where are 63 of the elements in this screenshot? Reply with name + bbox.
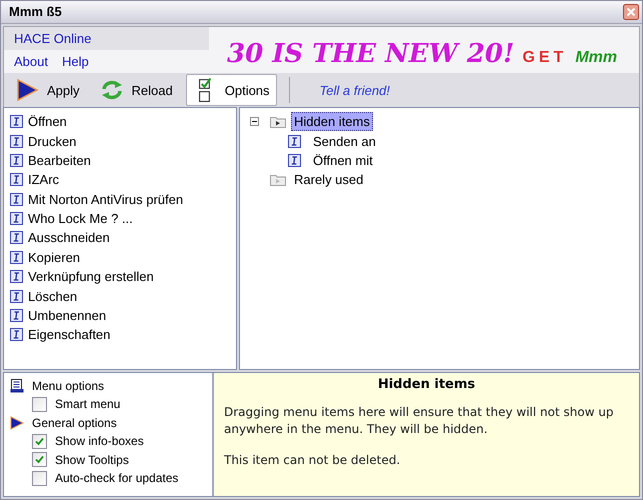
info-text: This item can not be deleted.	[224, 452, 402, 469]
menu-item[interactable]: Mit Norton AntiVirus prüfen	[10, 190, 230, 209]
menu-item[interactable]: Ausschneiden	[10, 228, 230, 248]
item-icon	[10, 192, 23, 206]
checkbox[interactable]	[32, 396, 47, 412]
tree-item[interactable]: Öffnen mit	[310, 150, 376, 170]
folder-icon	[270, 115, 286, 128]
item-icon	[10, 328, 23, 342]
item-icon	[10, 212, 23, 226]
item-icon	[10, 250, 23, 264]
menu-link[interactable]: Help	[62, 54, 89, 69]
section-label: Menu options	[32, 378, 104, 392]
item-icon	[10, 115, 23, 128]
menu-item[interactable]: Öffnen	[10, 112, 230, 132]
section-label: General options	[32, 416, 117, 430]
checkbox-label: Auto-check for updates	[55, 471, 178, 485]
checkbox-label: Smart menu	[55, 397, 120, 411]
item-icon	[10, 134, 23, 148]
toolbar-button[interactable]: Apply	[8, 74, 87, 106]
banner-brand-text: Mmm	[575, 49, 618, 68]
collapse-icon[interactable]	[250, 117, 259, 126]
tell-a-friend-link[interactable]: Tell a friend!	[320, 82, 390, 98]
play-icon	[15, 78, 39, 102]
play-icon	[10, 416, 24, 430]
menu-item[interactable]: Löschen	[10, 286, 230, 306]
item-icon	[10, 173, 23, 186]
item-icon	[288, 134, 301, 148]
menu-item[interactable]: Kopieren	[10, 248, 230, 268]
checkbox[interactable]	[32, 434, 47, 448]
menu-item[interactable]: Drucken	[10, 131, 230, 151]
item-icon	[10, 290, 23, 303]
checkbox-label: Show info-boxes	[55, 434, 144, 448]
window-title: Mmm ß5	[9, 4, 62, 20]
folder-icon	[270, 173, 286, 186]
item-icon	[288, 154, 301, 167]
banner-get-text: GET	[522, 49, 568, 68]
tree-item[interactable]: Hidden items	[291, 112, 373, 132]
menu-item[interactable]: Bearbeiten	[10, 150, 230, 170]
item-icon	[10, 154, 23, 167]
menu-item[interactable]: Eigenschaften	[10, 325, 230, 345]
menu-item[interactable]: Umbenennen	[10, 306, 230, 326]
checkmark-icon	[34, 436, 45, 446]
toolbar-button[interactable]: Reload	[92, 74, 180, 106]
document-icon	[10, 378, 24, 392]
menu-item[interactable]: IZArc	[10, 170, 230, 190]
checkbox-icon	[198, 78, 211, 102]
checkbox-label: Show Tooltips	[55, 452, 129, 466]
menu-item[interactable]: Verknüpfung erstellen	[10, 267, 230, 286]
checkbox[interactable]	[32, 452, 47, 467]
info-title: Hidden items	[376, 377, 476, 392]
banner-headline: 30 IS THE NEW 20!	[227, 41, 514, 68]
close-icon[interactable]	[623, 4, 639, 20]
tree-item[interactable]: Rarely used	[291, 170, 366, 190]
tree-item[interactable]: Senden an	[310, 132, 379, 151]
item-icon	[10, 309, 23, 322]
menu-item[interactable]: Who Lock Me ? ...	[10, 208, 230, 228]
info-text: Dragging menu items here will ensure that they will not show up anywhere in the menu. They will be hidden.	[224, 404, 615, 438]
checkmark-icon	[34, 454, 45, 465]
toolbar-button[interactable]: Options	[186, 74, 277, 106]
item-icon	[10, 270, 23, 284]
checkbox[interactable]	[32, 470, 47, 486]
item-icon	[10, 231, 23, 244]
menu-link[interactable]: About	[14, 54, 48, 69]
